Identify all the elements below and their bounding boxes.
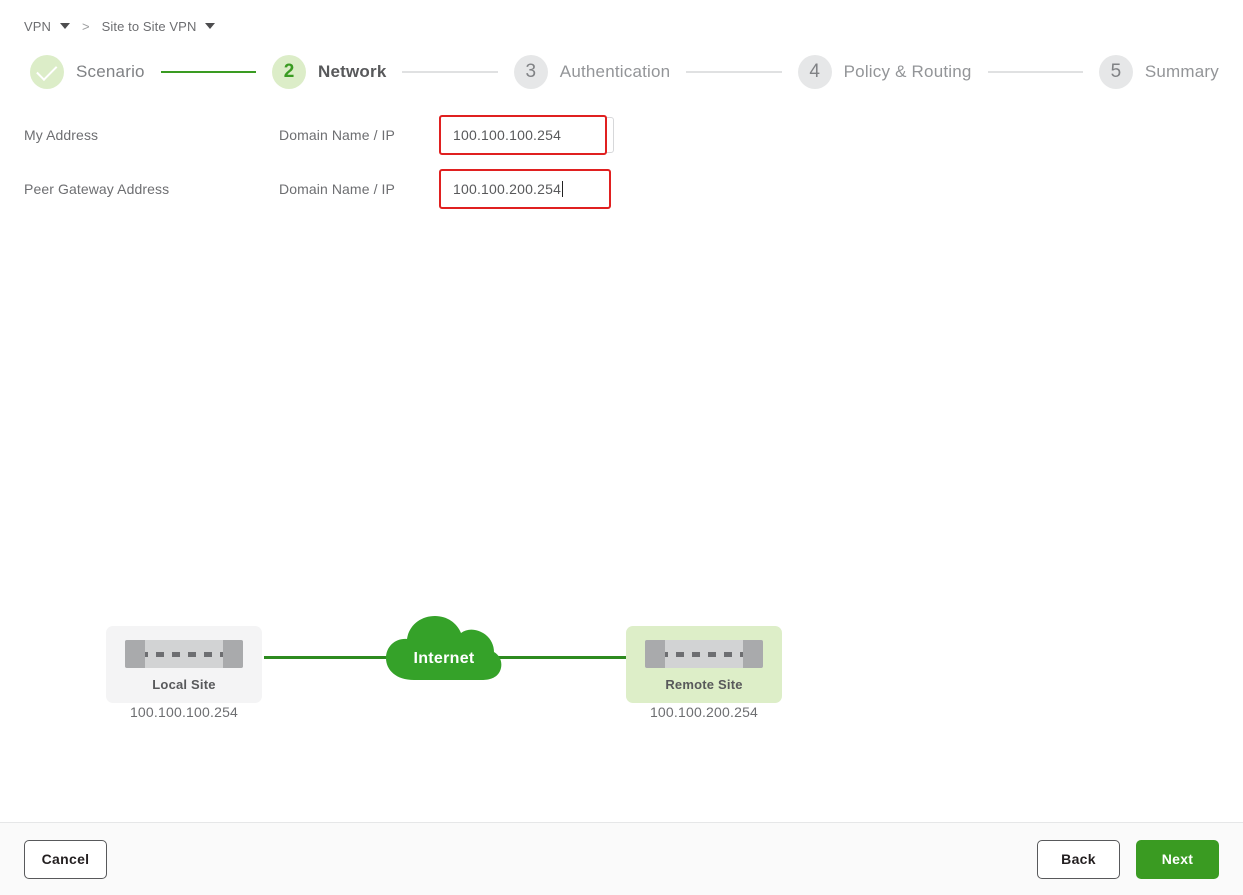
step-summary-label: Summary xyxy=(1145,62,1219,82)
text-cursor xyxy=(562,181,563,197)
my-address-sublabel: Domain Name / IP xyxy=(279,127,439,143)
form-row-my-address: My Address Domain Name / IP 100.100.100.… xyxy=(0,108,1243,162)
breadcrumb-item-site-to-site-vpn-label: Site to Site VPN xyxy=(102,19,197,34)
chevron-down-icon[interactable] xyxy=(205,23,215,29)
led-indicator xyxy=(156,652,164,657)
step-policy-routing-badge: 4 xyxy=(798,55,832,89)
step-scenario-badge xyxy=(30,55,64,89)
cancel-button[interactable]: Cancel xyxy=(24,840,107,879)
step-network-badge: 2 xyxy=(272,55,306,89)
my-address-label: My Address xyxy=(24,127,279,143)
peer-gateway-address-sublabel: Domain Name / IP xyxy=(279,181,439,197)
my-address-input-wrap: 100.100.100.254 xyxy=(439,115,614,155)
node-remote-site-ip: 100.100.200.254 xyxy=(626,704,782,720)
back-button[interactable]: Back xyxy=(1037,840,1120,879)
step-scenario-label: Scenario xyxy=(76,62,145,82)
breadcrumb: VPN > Site to Site VPN xyxy=(0,0,1243,36)
step-policy-routing-label: Policy & Routing xyxy=(844,62,972,82)
step-policy-routing[interactable]: 4 Policy & Routing xyxy=(798,55,972,89)
led-indicator xyxy=(220,652,228,657)
wizard-stepper: Scenario 2 Network 3 Authentication 4 Po… xyxy=(0,50,1243,94)
network-form: My Address Domain Name / IP 100.100.100.… xyxy=(0,94,1243,216)
topology-diagram: Local Site 100.100.100.254 Internet Remo… xyxy=(0,304,1243,454)
node-local-site-label: Local Site xyxy=(106,677,262,692)
chevron-down-icon[interactable] xyxy=(60,23,70,29)
breadcrumb-item-vpn[interactable]: VPN xyxy=(24,19,70,34)
node-local-site[interactable]: Local Site xyxy=(106,626,262,703)
router-icon xyxy=(125,640,243,668)
internet-cloud: Internet xyxy=(384,612,504,684)
led-indicator xyxy=(172,652,180,657)
step-summary[interactable]: 5 Summary xyxy=(1099,55,1219,89)
footer-actions: Back Next xyxy=(1037,840,1219,879)
step-network-label: Network xyxy=(318,62,386,82)
peer-gateway-address-input[interactable]: 100.100.200.254 xyxy=(439,169,611,209)
step-connector-1 xyxy=(161,71,256,73)
led-indicator xyxy=(708,652,716,657)
link-local-to-internet xyxy=(264,656,390,659)
peer-gateway-address-label: Peer Gateway Address xyxy=(24,181,279,197)
led-indicator xyxy=(188,652,196,657)
node-remote-site-label: Remote Site xyxy=(626,677,782,692)
led-indicator xyxy=(140,652,148,657)
next-button[interactable]: Next xyxy=(1136,840,1219,879)
node-remote-site[interactable]: Remote Site xyxy=(626,626,782,703)
peer-gateway-address-input-wrap: 100.100.200.254 xyxy=(439,169,614,209)
node-local-site-ip: 100.100.100.254 xyxy=(106,704,262,720)
led-indicator xyxy=(740,652,748,657)
my-address-input[interactable]: 100.100.100.254 xyxy=(439,115,607,155)
step-network[interactable]: 2 Network xyxy=(272,55,386,89)
wizard-footer: Cancel Back Next xyxy=(0,822,1243,895)
check-icon xyxy=(36,59,57,80)
peer-gateway-address-input-value: 100.100.200.254 xyxy=(453,181,561,197)
form-row-peer-gateway-address: Peer Gateway Address Domain Name / IP 10… xyxy=(0,162,1243,216)
breadcrumb-separator: > xyxy=(82,19,90,34)
led-indicator xyxy=(660,652,668,657)
step-authentication[interactable]: 3 Authentication xyxy=(514,55,671,89)
step-scenario[interactable]: Scenario xyxy=(30,55,145,89)
breadcrumb-item-vpn-label: VPN xyxy=(24,19,51,34)
step-connector-4 xyxy=(988,71,1083,73)
breadcrumb-item-site-to-site-vpn[interactable]: Site to Site VPN xyxy=(102,19,216,34)
step-summary-badge: 5 xyxy=(1099,55,1133,89)
led-indicator xyxy=(724,652,732,657)
step-connector-2 xyxy=(402,71,497,73)
step-connector-3 xyxy=(686,71,781,73)
led-indicator xyxy=(204,652,212,657)
led-indicator xyxy=(676,652,684,657)
router-icon xyxy=(645,640,763,668)
led-indicator xyxy=(692,652,700,657)
internet-cloud-label: Internet xyxy=(384,650,504,668)
step-authentication-badge: 3 xyxy=(514,55,548,89)
link-internet-to-remote xyxy=(498,656,628,659)
step-authentication-label: Authentication xyxy=(560,62,671,82)
